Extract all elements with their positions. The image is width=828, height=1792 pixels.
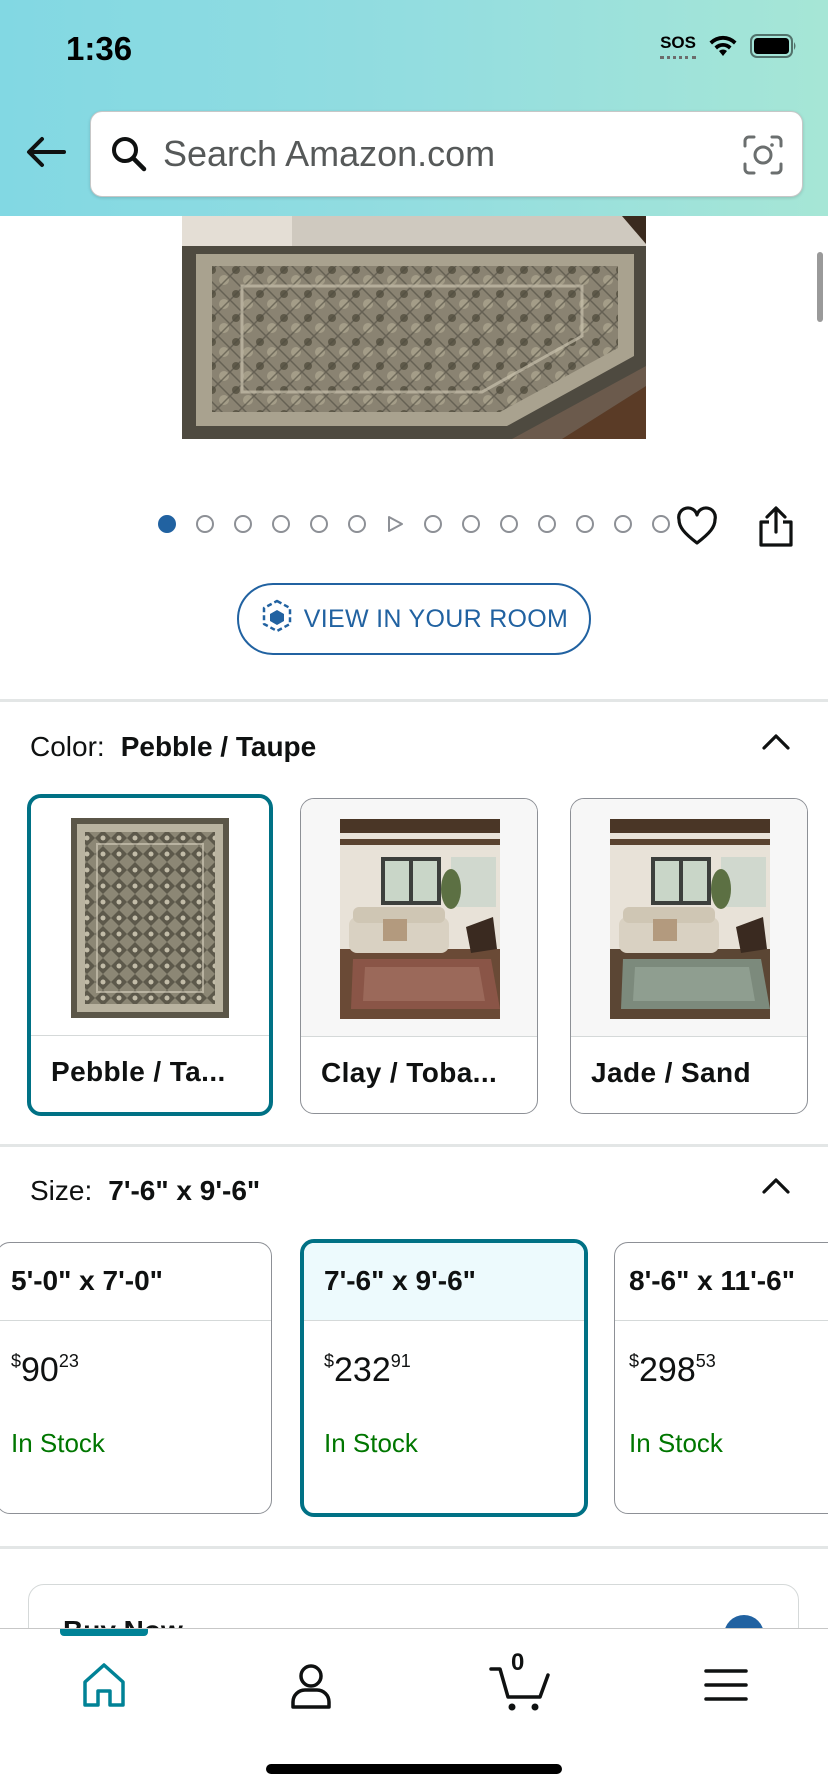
carousel-dot[interactable]: [500, 515, 518, 533]
size-label: Size:: [30, 1175, 93, 1206]
swatch-image: [571, 799, 807, 1037]
stock-status: In Stock: [629, 1428, 723, 1458]
selected-size: 7'-6" x 9'-6": [108, 1175, 261, 1206]
size-option-price: $29853: [629, 1350, 716, 1389]
search-input[interactable]: [163, 126, 703, 182]
heart-icon[interactable]: [676, 506, 718, 548]
menu-icon[interactable]: [696, 1655, 756, 1715]
selected-color: Pebble / Taupe: [120, 731, 317, 762]
color-swatch-jade-sand[interactable]: Jade / Sand: [570, 798, 808, 1114]
size-option-price: $9023: [11, 1350, 79, 1389]
carousel-dot[interactable]: [196, 515, 214, 533]
share-icon[interactable]: [756, 506, 796, 548]
battery-icon: [750, 34, 798, 58]
image-carousel-dots[interactable]: [158, 515, 670, 533]
ar-cube-icon: [260, 598, 294, 641]
swatch-name: Clay / Toba...: [321, 1057, 498, 1088]
chevron-up-icon[interactable]: [760, 732, 792, 752]
view-in-your-room-button[interactable]: VIEW IN YOUR ROOM: [237, 583, 591, 655]
swatch-name: Jade / Sand: [591, 1057, 752, 1088]
color-selector-header[interactable]: Color: Pebble / Taupe: [30, 731, 316, 763]
home-indicator[interactable]: [266, 1764, 562, 1774]
carousel-dot[interactable]: [538, 515, 556, 533]
carousel-dot[interactable]: [576, 515, 594, 533]
stock-status: In Stock: [11, 1428, 105, 1458]
status-time: 1:36: [66, 30, 133, 67]
size-option-name: 5'-0" x 7'-0": [0, 1243, 271, 1321]
home-icon[interactable]: [74, 1655, 134, 1715]
size-option-name: 7'-6" x 9'-6": [304, 1243, 584, 1321]
video-play-icon[interactable]: [386, 515, 404, 533]
carousel-dot[interactable]: [614, 515, 632, 533]
section-divider: [0, 699, 828, 702]
size-option-8-6x11-6[interactable]: 8'-6" x 11'-6" $29853 In Stock: [614, 1242, 828, 1514]
active-tab-indicator: [60, 1629, 148, 1636]
color-swatch-clay-tobacco[interactable]: Clay / Toba...: [300, 798, 538, 1114]
size-option-price: $23291: [324, 1350, 411, 1389]
account-icon[interactable]: [281, 1655, 341, 1715]
search-icon: [109, 134, 149, 174]
carousel-dot[interactable]: [234, 515, 252, 533]
swatch-image: [31, 798, 269, 1036]
chevron-up-icon[interactable]: [760, 1176, 792, 1196]
carousel-dot[interactable]: [652, 515, 670, 533]
back-arrow-icon[interactable]: [22, 128, 70, 176]
carousel-dot[interactable]: [348, 515, 366, 533]
wifi-icon: [708, 34, 738, 58]
stock-status: In Stock: [324, 1428, 418, 1458]
search-bar[interactable]: [90, 111, 803, 197]
carousel-dot[interactable]: [462, 515, 480, 533]
scrollbar[interactable]: [817, 252, 823, 322]
cart-icon[interactable]: 0: [488, 1649, 558, 1715]
product-image[interactable]: [182, 216, 646, 439]
sos-indicator: SOS: [660, 32, 696, 59]
app-header: 1:36 SOS: [0, 0, 828, 216]
status-icons: SOS: [660, 32, 798, 59]
carousel-dot[interactable]: [424, 515, 442, 533]
cart-count-badge: 0: [511, 1649, 525, 1676]
size-option-name: 8'-6" x 11'-6": [615, 1243, 828, 1321]
swatch-image: [301, 799, 537, 1037]
carousel-dot[interactable]: [310, 515, 328, 533]
size-option-7-6x9-6[interactable]: 7'-6" x 9'-6" $23291 In Stock: [300, 1239, 588, 1517]
view-in-your-room-label: VIEW IN YOUR ROOM: [303, 604, 569, 633]
size-option-5x7[interactable]: 5'-0" x 7'-0" $9023 In Stock: [0, 1242, 272, 1514]
camera-lens-icon[interactable]: [742, 134, 784, 176]
color-label: Color:: [30, 731, 105, 762]
carousel-dot[interactable]: [158, 515, 176, 533]
color-swatch-pebble-taupe[interactable]: Pebble / Ta...: [27, 794, 273, 1116]
section-divider: [0, 1546, 828, 1549]
size-selector-header[interactable]: Size: 7'-6" x 9'-6": [30, 1175, 260, 1207]
swatch-name: Pebble / Ta...: [51, 1056, 226, 1087]
carousel-dot[interactable]: [272, 515, 290, 533]
section-divider: [0, 1144, 828, 1147]
